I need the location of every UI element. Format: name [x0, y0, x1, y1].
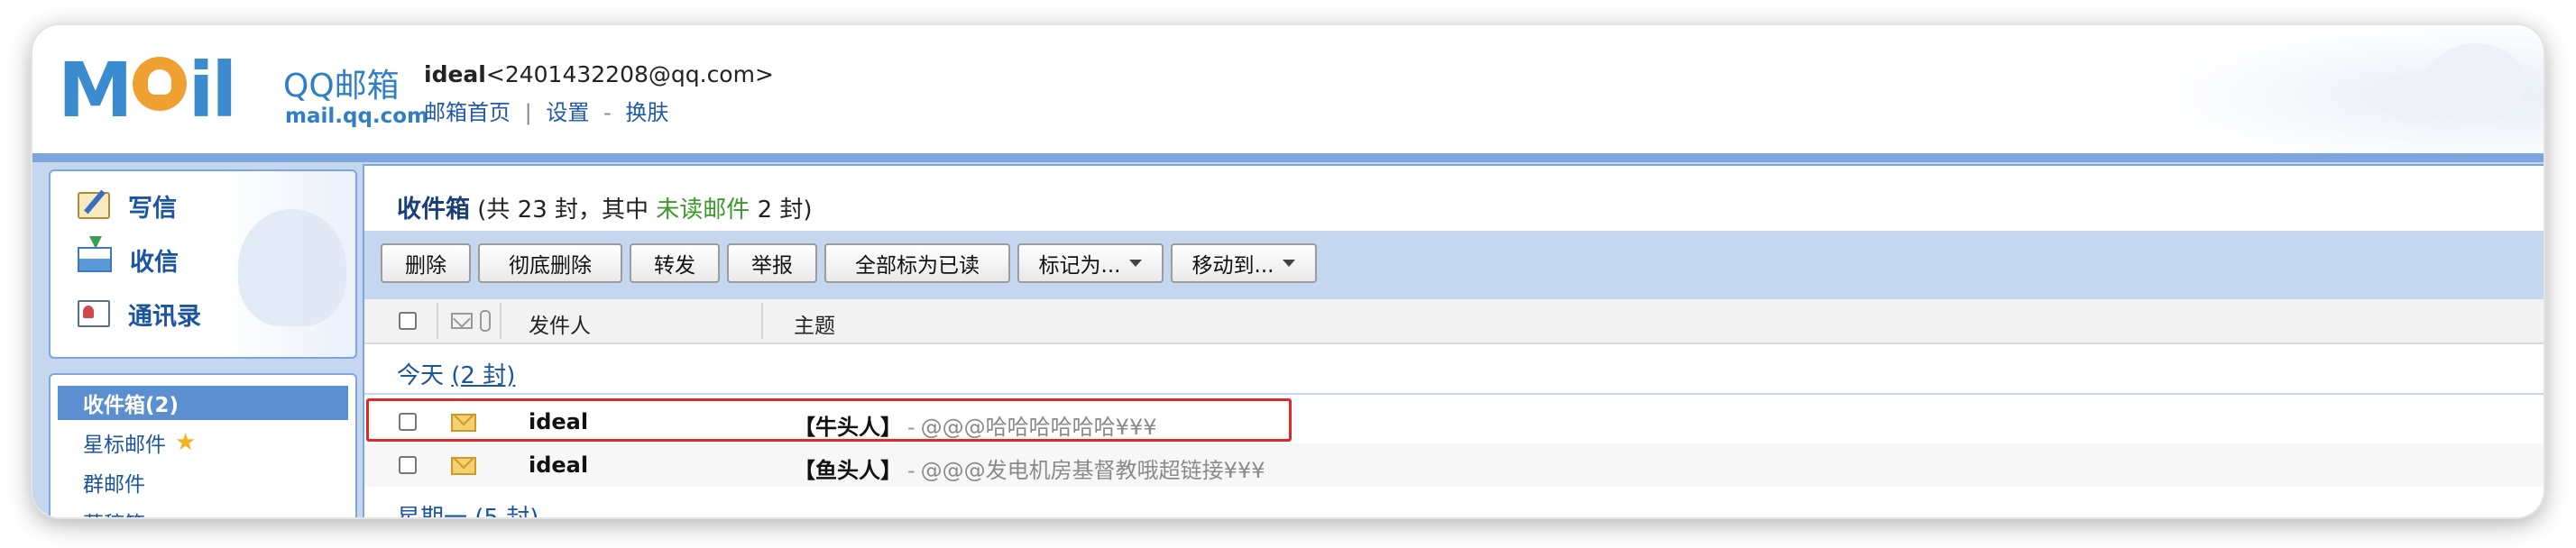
group-divider — [364, 393, 2544, 395]
chevron-down-icon — [1129, 260, 1143, 267]
penguin-watermark-icon — [238, 209, 346, 326]
cloud-shape — [2381, 70, 2453, 124]
folder-starred-label: 星标邮件 — [83, 434, 166, 457]
folder-list: 收件箱(2) 星标邮件 ★ 群邮件 草稿箱 — [49, 373, 357, 517]
mail-home-link[interactable]: 邮箱首页 — [424, 100, 511, 125]
group-today-label: 今天 — [397, 362, 445, 389]
chevron-down-icon — [1283, 260, 1296, 267]
mail-window: Mil QQ邮箱 mail.qq.com ideal<2401432208@qq… — [32, 25, 2544, 517]
mail-list-panel: 收件箱 (共 23 封，其中 未读邮件 2 封) 删除 彻底删除 转发 举报 全… — [363, 164, 2544, 517]
select-all-checkbox[interactable] — [399, 312, 417, 330]
unread-envelope-icon — [451, 457, 476, 475]
compose-icon — [78, 192, 110, 219]
logo-mark: Mil — [58, 46, 237, 134]
mail-row-checkbox[interactable] — [399, 456, 417, 474]
mail-subject-dash: - — [907, 458, 915, 483]
mail-preview: @@@发电机房基督教哦超链接¥¥¥ — [920, 458, 1265, 483]
contacts-button[interactable]: 通讯录 — [78, 294, 201, 333]
receive-button[interactable]: 收信 — [78, 236, 179, 279]
contacts-icon — [78, 300, 110, 327]
inbox-title: 收件箱 (共 23 封，其中 未读邮件 2 封) — [397, 189, 813, 224]
settings-link[interactable]: 设置 — [546, 100, 589, 125]
content-area: 写信 收信 通讯录 收件箱(2) 星标邮件 ★ 群邮件 收件箱 (共 23 封，… — [32, 162, 2544, 517]
delete-permanently-button[interactable]: 彻底删除 — [478, 243, 622, 283]
star-icon: ★ — [175, 429, 197, 456]
logo-brand-text: QQ邮箱 — [283, 68, 400, 105]
compose-button[interactable]: 写信 — [78, 186, 177, 225]
nav-dash: - — [603, 100, 612, 125]
inbox-summary-post: 2 封) — [757, 196, 813, 224]
header-band — [32, 153, 2544, 162]
mail-subject: 【鱼头人】 - @@@发电机房基督教哦超链接¥¥¥ — [794, 452, 1265, 484]
list-header: 发件人 主题 — [364, 299, 2544, 344]
mark-as-dropdown[interactable]: 标记为... — [1017, 243, 1164, 283]
column-divider — [761, 303, 763, 339]
group-today-count[interactable]: (2 封) — [451, 362, 515, 389]
logo-domain-text: mail.qq.com — [285, 105, 429, 128]
column-divider — [500, 303, 501, 339]
unread-mail-link[interactable]: 未读邮件 — [656, 196, 750, 224]
mail-subject-tag: 【鱼头人】 — [794, 458, 902, 483]
mail-sender: ideal — [529, 452, 589, 478]
folder-inbox[interactable]: 收件箱(2) — [58, 386, 348, 420]
group-today: 今天 (2 封) — [397, 357, 515, 390]
folder-drafts[interactable]: 草稿箱 — [58, 505, 348, 517]
report-button[interactable]: 举报 — [727, 243, 817, 283]
inbox-title-text: 收件箱 — [397, 196, 470, 224]
delete-button[interactable]: 删除 — [381, 243, 471, 283]
user-name: ideal — [424, 61, 486, 87]
mail-toolbar: 删除 彻底删除 转发 举报 全部标为已读 标记为... 移动到... — [364, 231, 2544, 299]
group-monday-count[interactable]: (5 封) — [474, 505, 538, 517]
qq-mail-logo[interactable]: Mil QQ邮箱 mail.qq.com — [58, 46, 428, 146]
envelope-header-icon — [451, 313, 473, 329]
user-email: <2401432208@qq.com> — [485, 61, 774, 87]
header: Mil QQ邮箱 mail.qq.com ideal<2401432208@qq… — [32, 25, 2544, 153]
group-monday: 星期一 (5 封) — [397, 499, 538, 517]
attachment-header-icon — [480, 310, 491, 332]
folder-group-mail[interactable]: 群邮件 — [58, 465, 348, 499]
selection-highlight — [366, 398, 1292, 442]
user-identity: ideal<2401432208@qq.com> — [424, 61, 774, 87]
quick-actions-panel: 写信 收信 通讯录 — [49, 169, 357, 359]
mark-all-read-button[interactable]: 全部标为已读 — [824, 243, 1010, 283]
inbox-summary-pre: (共 23 封，其中 — [477, 196, 649, 224]
receive-label: 收信 — [130, 248, 179, 277]
move-to-dropdown[interactable]: 移动到... — [1171, 243, 1317, 283]
sender-column-header[interactable]: 发件人 — [529, 308, 591, 339]
top-nav: 邮箱首页 | 设置 - 换肤 — [424, 95, 668, 126]
move-to-label: 移动到... — [1191, 254, 1274, 278]
contacts-label: 通讯录 — [128, 302, 201, 331]
subject-column-header[interactable]: 主题 — [794, 308, 835, 339]
column-divider — [437, 303, 438, 339]
logo-bell-icon — [132, 57, 187, 111]
receive-icon — [78, 236, 112, 272]
folder-drafts-label: 草稿箱 — [83, 507, 145, 517]
group-monday-label: 星期一 — [397, 505, 467, 517]
folder-inbox-label: 收件箱(2) — [83, 394, 179, 417]
folder-starred[interactable]: 星标邮件 ★ — [58, 425, 348, 460]
nav-divider: | — [524, 100, 532, 125]
header-decoration — [2165, 25, 2544, 153]
folder-group-mail-label: 群邮件 — [83, 473, 145, 497]
change-skin-link[interactable]: 换肤 — [625, 100, 668, 125]
forward-button[interactable]: 转发 — [630, 243, 720, 283]
mark-as-label: 标记为... — [1038, 254, 1121, 278]
mail-row[interactable]: ideal 【鱼头人】 - @@@发电机房基督教哦超链接¥¥¥ — [364, 443, 2544, 487]
compose-label: 写信 — [128, 194, 177, 223]
